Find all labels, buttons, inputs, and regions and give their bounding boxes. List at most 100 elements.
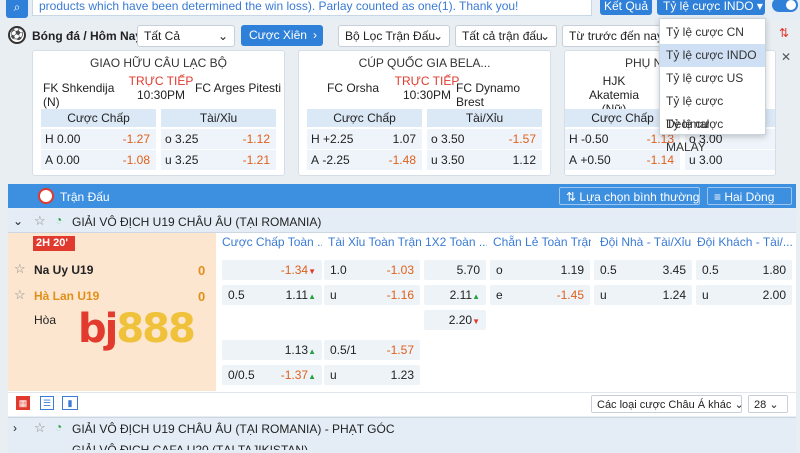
card-league-title: GIAO HỮU CÂU LẠC BỘ [90, 56, 227, 70]
up-arrow-icon: ▲ [308, 292, 316, 301]
card-time: 10:30PM [402, 88, 452, 102]
down-arrow-icon: ▼ [472, 317, 480, 326]
odds-cell[interactable]: 0/0.5 -1.37▲ [222, 365, 322, 385]
odds-cell[interactable]: A -2.25 -1.48 [307, 150, 422, 170]
odds-cell[interactable]: o 3.25 -1.12 [161, 129, 276, 149]
lines-icon: ≡ [714, 190, 725, 204]
odds-cell[interactable]: A 0.00 -1.08 [41, 150, 156, 170]
col-header-home-ou: Đội Nhà - Tài/Xỉu [600, 235, 692, 249]
league-name: GIẢI VÔ ĐỊCH CAFA U20 (TẠI TAJIKISTAN) [72, 443, 309, 450]
star-icon[interactable]: ☆ [34, 420, 46, 436]
search-button[interactable]: ⌕ [6, 0, 28, 18]
sort-icon: ⇅ [566, 190, 580, 204]
menu-item-odds-indo[interactable]: Tỷ lệ cược INDO [660, 44, 765, 67]
sport-filter-select[interactable]: Tất Cả ⌄ [137, 25, 235, 47]
odds-cell[interactable]: o 1.19 [490, 260, 590, 280]
card-league-title: PHỤ N [625, 56, 663, 70]
chevron-down-icon[interactable]: ⌄ [13, 214, 23, 228]
up-arrow-icon: ▲ [308, 372, 316, 381]
close-icon[interactable]: ✕ [781, 50, 791, 64]
more-bets-count[interactable]: 28 ⌄ [748, 395, 788, 413]
star-icon[interactable]: ☆ [14, 261, 26, 277]
down-arrow-icon: ▼ [308, 267, 316, 276]
odds-cell[interactable]: u 3.50 1.12 [427, 150, 542, 170]
soccer-ball-icon: ⚽ [8, 26, 26, 44]
col-header-over-under: Tài Xỉu Toàn Trận [328, 235, 422, 249]
menu-item-odds-us[interactable]: Tỷ lệ cược US [660, 67, 765, 90]
league-name: GIẢI VÔ ĐỊCH U19 CHÂU ÂU (TẠI ROMANIA) [72, 215, 322, 229]
live-signal-icon: ◔ [55, 213, 63, 227]
odds-cell[interactable]: u -1.16 [324, 285, 420, 305]
chevron-right-icon: › [313, 28, 317, 42]
chevron-down-icon: ⌄ [539, 29, 550, 43]
odds-cell[interactable]: H 0.00 -1.27 [41, 129, 156, 149]
asian-bets-select[interactable]: Các loại cược Châu Á khác ⌄ [591, 395, 742, 413]
card-handicap-header: Cược Chấp [307, 109, 422, 127]
odds-cell[interactable]: 1.13▲ [222, 340, 322, 360]
star-icon[interactable]: ☆ [14, 287, 26, 303]
card-time: 10:30PM [136, 88, 186, 102]
chevron-down-icon: ▾ [756, 0, 763, 13]
chevron-down-icon: ⌄ [217, 29, 228, 43]
up-arrow-icon: ▲ [472, 292, 480, 301]
live-signal-icon: ◔ [55, 420, 63, 434]
toggle-switch[interactable] [772, 0, 798, 12]
odds-cell[interactable]: 2.20▼ [424, 310, 486, 330]
card-ou-header: Tài/Xỉu [427, 109, 542, 127]
schedule-icon[interactable]: ☰ [40, 396, 54, 410]
home-score: 0 [198, 263, 206, 278]
breadcrumb: Bóng đá / Hôm Nay [32, 29, 143, 43]
bar-chart-icon[interactable]: ▮ [62, 396, 78, 410]
away-team-name: Hà Lan U19 [34, 289, 100, 303]
match-filter-select[interactable]: Bộ Lọc Trận Đấu ⌄ [338, 25, 450, 47]
odds-cell[interactable]: 0.5 1.11▲ [222, 285, 322, 305]
card-live-label: TRỰC TIẾP [394, 74, 460, 88]
clock-icon [38, 188, 54, 204]
period-badge: 2H 20' [33, 236, 75, 251]
parlay-button[interactable]: Cược Xiên › [241, 25, 323, 46]
col-header-1x2: 1X2 Toàn ... [425, 235, 487, 249]
chevron-down-icon: ⌄ [432, 29, 443, 43]
odds-cell[interactable]: 0.5 3.45 [594, 260, 692, 280]
featured-match-card[interactable]: CÚP QUỐC GIA BELA... FC Orsha TRỰC TIẾP … [298, 50, 551, 176]
card-home-team: FK Shkendija (N) [43, 81, 115, 109]
odds-cell[interactable]: 1.0 -1.03 [324, 260, 420, 280]
odds-cell[interactable]: 0.5/1 -1.57 [324, 340, 420, 360]
odds-cell[interactable]: 2.11▲ [424, 285, 486, 305]
stats-board-icon[interactable]: ▦ [16, 396, 30, 410]
menu-item-odds-malay[interactable]: Tỷ lệ cược MALAY [660, 113, 765, 154]
card-live-label: TRỰC TIẾP [128, 74, 194, 88]
col-header-handicap: Cược Chấp Toàn ... [222, 235, 322, 249]
menu-item-odds-cn[interactable]: Tỷ lệ cược CN [660, 21, 765, 44]
away-score: 0 [198, 289, 206, 304]
featured-match-card[interactable]: GIAO HỮU CÂU LẠC BỘ FK Shkendija (N) TRỰ… [32, 50, 285, 176]
odds-format-select[interactable]: Tỷ lệ cược INDO ▾ [657, 0, 765, 15]
odds-cell[interactable]: u 1.24 [594, 285, 692, 305]
search-icon: ⌕ [13, 0, 21, 14]
star-icon[interactable]: ☆ [34, 213, 46, 229]
odds-cell[interactable]: e -1.45 [490, 285, 590, 305]
odds-cell[interactable]: o 3.50 -1.57 [427, 129, 542, 149]
card-handicap-header: Cược Chấp [41, 109, 156, 127]
odds-cell[interactable]: H +2.25 1.07 [307, 129, 422, 149]
time-range-select[interactable]: Từ trước đến nay [562, 25, 662, 47]
card-ou-header: Tài/Xỉu [161, 109, 276, 127]
odds-cell[interactable]: u 1.23 [324, 365, 420, 385]
all-matches-select[interactable]: Tất cả trận đấu ⌄ [455, 25, 557, 47]
home-team-name: Na Uy U19 [34, 263, 94, 277]
chevron-right-icon[interactable]: › [13, 421, 17, 435]
odds-cell[interactable]: u 3.25 -1.21 [161, 150, 276, 170]
menu-item-odds-decimal[interactable]: Tỷ lệ cược Decimal [660, 90, 765, 131]
lines-select[interactable]: ≡ Hai Dòng [707, 187, 792, 205]
odds-cell[interactable]: 0.5 1.80 [696, 260, 792, 280]
sort-arrows-icon[interactable]: ⇅ [779, 26, 789, 40]
results-button[interactable]: Kết Quả [600, 0, 652, 15]
bj888-logo: bj888 [78, 306, 196, 352]
odds-cell[interactable]: A +0.50 -1.14 [565, 150, 680, 170]
odds-cell[interactable]: u 2.00 [696, 285, 792, 305]
notice-ticker: products which have been determined the … [32, 0, 592, 16]
sort-select[interactable]: ⇅ Lựa chọn bình thường [559, 187, 700, 205]
odds-cell[interactable]: -1.34▼ [222, 260, 322, 280]
odds-cell[interactable]: 5.70 [424, 260, 486, 280]
chevron-down-icon: ⌄ [734, 399, 741, 411]
